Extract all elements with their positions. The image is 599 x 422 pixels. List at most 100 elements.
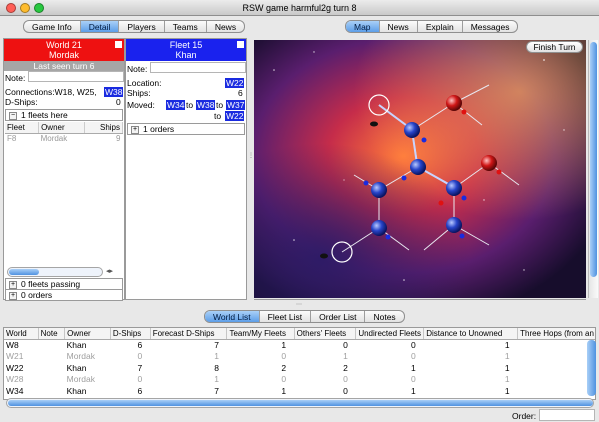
tab-teams[interactable]: Teams	[165, 21, 207, 32]
expand-icon: +	[131, 125, 139, 134]
note-cell	[38, 351, 65, 363]
order-input[interactable]	[539, 409, 595, 421]
undirected-cell: 1	[411, 362, 416, 373]
expand-icon: +	[9, 291, 17, 300]
table-row[interactable]: W22 Khan 7 8 2 2 1 1	[4, 362, 595, 374]
others-fleets-cell: 0	[343, 340, 348, 350]
column-header[interactable]: Note	[38, 328, 66, 340]
forecast-cell: 7	[214, 340, 219, 350]
three-hops-cell	[518, 339, 595, 351]
undirected-cell: 0	[411, 374, 416, 385]
fleets-here-toggle[interactable]: −1 fleets here	[5, 109, 123, 121]
distance-cell: 1	[504, 340, 510, 350]
dships-label: D-Ships:	[5, 97, 38, 107]
column-header[interactable]: Owner	[64, 328, 111, 340]
connection-w38-link[interactable]: W38	[104, 87, 124, 97]
detach-icon[interactable]	[237, 41, 244, 48]
ships-col-header[interactable]: Ships	[84, 122, 123, 134]
forecast-cell: 1	[214, 374, 219, 385]
fleet-col-header[interactable]: Fleet	[5, 122, 40, 134]
moved-w37-link[interactable]: W37	[226, 100, 246, 110]
column-header[interactable]: Three Hops (from an	[517, 328, 595, 340]
scroll-arrows-icon[interactable]: ◂▸	[106, 267, 113, 275]
dships-cell: 6	[137, 340, 143, 350]
tab-news[interactable]: News	[207, 21, 244, 32]
close-window-button[interactable]	[6, 3, 16, 13]
column-header[interactable]: Forecast D-Ships	[150, 328, 228, 340]
collapse-icon: −	[9, 111, 17, 120]
tab-fleet-list[interactable]: Fleet List	[260, 311, 312, 322]
fleet-table-scrollbar[interactable]	[7, 267, 103, 277]
dships-cell: 7	[137, 362, 143, 373]
tab-map-news[interactable]: News	[380, 21, 418, 32]
world-note-input[interactable]	[28, 71, 124, 82]
left-tab-bar: Game Info Detail Players Teams News	[23, 20, 246, 33]
world-owner: Mordak	[48, 50, 79, 60]
fleet-note-input[interactable]	[150, 62, 246, 73]
owner-col-header[interactable]: Owner	[38, 122, 86, 134]
scroll-thumb[interactable]	[590, 42, 597, 277]
team-fleets-cell: 0	[281, 351, 287, 362]
ships-cell: 9	[116, 134, 121, 144]
tab-explain[interactable]: Explain	[418, 21, 463, 32]
table-row[interactable]: F8 Mordak 9	[5, 133, 123, 144]
distance-cell: 1	[504, 374, 510, 385]
tab-order-list[interactable]: Order List	[311, 311, 366, 322]
fleet-owner: Khan	[175, 50, 197, 60]
tab-map[interactable]: Map	[346, 21, 380, 32]
tab-notes[interactable]: Notes	[365, 311, 403, 322]
forecast-cell: 8	[214, 362, 219, 373]
map-bottom-edge	[254, 299, 586, 300]
horizontal-splitter-handle[interactable]: ⋯	[296, 301, 302, 308]
tab-world-list[interactable]: World List	[205, 311, 260, 322]
column-header[interactable]: Distance to Unowned	[423, 328, 519, 340]
minimize-window-button[interactable]	[20, 3, 30, 13]
world-cell: W22	[6, 362, 24, 373]
expand-icon: +	[9, 280, 17, 289]
column-header[interactable]: Team/My Fleets	[226, 328, 295, 340]
scroll-thumb[interactable]	[8, 400, 593, 406]
tab-players[interactable]: Players	[119, 21, 165, 32]
location-label: Location:	[127, 78, 162, 88]
column-header[interactable]: D-Ships	[110, 328, 151, 340]
table-row[interactable]: W21 Mordak 0 1 0 1 0 1	[4, 351, 595, 363]
column-header[interactable]: Others' Fleets	[294, 328, 357, 340]
column-header[interactable]: World	[4, 328, 39, 340]
world-list-vscroll-thumb[interactable]	[587, 340, 596, 396]
fleet-orders-toggle[interactable]: +1 orders	[127, 123, 245, 135]
detach-icon[interactable]	[115, 41, 122, 48]
map-scrollbar[interactable]	[588, 40, 598, 298]
galaxy-map[interactable]	[254, 40, 586, 298]
table-row[interactable]: W28 Mordak 0 1 0 0 0 1	[4, 374, 595, 386]
note-label: Note:	[5, 73, 26, 83]
dships-cell: 0	[137, 374, 143, 385]
tab-messages[interactable]: Messages	[463, 21, 518, 32]
world-name: World 21	[46, 40, 82, 50]
owner-cell: Khan	[66, 340, 87, 350]
others-fleets-cell: 0	[343, 374, 348, 385]
connections-value: W18, W25,	[54, 87, 97, 97]
moved-w34-link[interactable]: W34	[166, 100, 186, 110]
tab-detail[interactable]: Detail	[80, 21, 120, 32]
world-detail-panel: World 21 Mordak Last seen turn 6 Note: C…	[3, 38, 125, 301]
location-w22-link[interactable]: W22	[225, 78, 245, 88]
owner-cell: Khan	[66, 385, 87, 396]
scroll-thumb[interactable]	[9, 269, 39, 275]
moved-w22-link[interactable]: W22	[225, 111, 245, 121]
table-row[interactable]: W8 Khan 6 7 1 0 0 1	[4, 339, 595, 351]
column-header[interactable]: Undirected Fleets	[355, 328, 425, 340]
fleet-cell: F8	[7, 134, 17, 144]
world-list-hscrollbar[interactable]	[6, 398, 594, 408]
moved-w38-link[interactable]: W38	[196, 100, 216, 110]
world-orders-toggle[interactable]: +0 orders	[5, 289, 123, 301]
table-row[interactable]: W34 Khan 6 7 1 0 1 1	[4, 385, 595, 397]
connections-label: Connections:	[5, 87, 55, 97]
tab-game-info[interactable]: Game Info	[24, 21, 81, 32]
world-header: World 21 Mordak	[4, 39, 124, 61]
moved-to-text: to	[186, 100, 194, 110]
zoom-window-button[interactable]	[34, 3, 44, 13]
finish-turn-button[interactable]: Finish Turn	[526, 41, 583, 53]
dships-cell: 6	[137, 385, 143, 396]
fleets-here-label: 1 fleets here	[21, 110, 68, 120]
galaxy-map-canvas[interactable]	[254, 40, 586, 298]
